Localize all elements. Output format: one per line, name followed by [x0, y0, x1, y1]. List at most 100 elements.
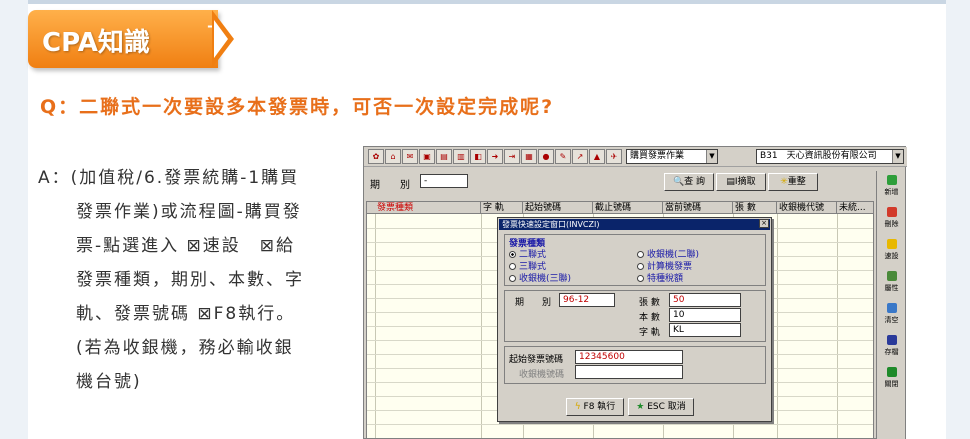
execute-button[interactable]: ϟ F8 執行	[566, 398, 624, 416]
register-number-label: 收銀機號碼	[519, 370, 565, 380]
sheets-label: 張 數	[639, 298, 660, 308]
toolbar-icon[interactable]: ▲	[589, 149, 605, 164]
track-value: KL	[673, 325, 684, 335]
toolbar: ✿ ⌂ ✉ ▣ ▤ ▥ ◧ ➜ ⇥ ▦ ● ✎ ↗ ▲ ✈ 購買發票作業 ▼ B…	[364, 147, 907, 167]
grid-header-cell[interactable]: 當前號碼	[663, 202, 733, 214]
grid-header-cell[interactable]: 起始號碼	[523, 202, 593, 214]
dialog-period-value: 96-12	[563, 295, 590, 305]
query-button[interactable]: 🔍查 詢	[664, 173, 714, 191]
period-group: 期 別 96-12 張 數 50 本 數 10 字 軌 KL	[504, 290, 766, 342]
radio-icon	[637, 251, 644, 258]
grid-header-cell[interactable]: 發票種類	[375, 202, 481, 214]
delete-icon	[886, 207, 897, 217]
toolbar-icon[interactable]: ▦	[521, 149, 537, 164]
toolbar-icon[interactable]: ✎	[555, 149, 571, 164]
reset-button-label: 重整	[787, 177, 806, 187]
radio-icon	[509, 275, 516, 282]
toolbar-icon[interactable]: ▥	[453, 149, 469, 164]
grid-header-cell[interactable]: 未統...	[837, 202, 873, 214]
dialog-period-label: 期 別	[515, 298, 552, 308]
add-button-label: 新增	[884, 188, 899, 196]
company-select[interactable]: B31 天心資訊股份有限公司 ▼	[756, 149, 904, 164]
properties-button-label: 屬性	[884, 284, 899, 292]
save-button-label: 存檔	[884, 348, 899, 356]
toolbar-icon[interactable]: ▤	[436, 149, 452, 164]
radio-icon	[637, 263, 644, 270]
toolbar-icon[interactable]: ↗	[572, 149, 588, 164]
add-icon	[886, 175, 897, 185]
query-icon: 🔍	[672, 177, 685, 187]
track-input[interactable]: KL	[669, 323, 741, 337]
grid-header-cell[interactable]: 截止號碼	[593, 202, 663, 214]
toolbar-icon[interactable]: ✿	[368, 149, 384, 164]
period-input[interactable]: -	[420, 174, 468, 188]
chevron-inner-icon	[214, 20, 228, 58]
module-select[interactable]: 購買發票作業 ▼	[626, 149, 718, 164]
chevron-down-icon: ▼	[706, 150, 717, 163]
close-button[interactable]: 關閉	[879, 365, 904, 395]
radio-option[interactable]: 收銀機(三聯)	[509, 271, 571, 284]
sheets-value: 50	[673, 295, 685, 305]
filter-row: 期 別 - 🔍查 詢 ▤I摘取 ✳重整	[364, 168, 874, 200]
toolbar-icon[interactable]: ●	[538, 149, 554, 164]
toolbar-icon[interactable]: ⌂	[385, 149, 401, 164]
toolbar-icon[interactable]: ▣	[419, 149, 435, 164]
start-number-group: 起始發票號碼 12345600 收銀機號碼	[504, 346, 766, 384]
grid-header-cell[interactable]: 字 軌	[481, 202, 523, 214]
dialog-period-input[interactable]: 96-12	[559, 293, 615, 307]
grid-line	[367, 424, 873, 425]
answer-text: A：(加值稅/6.發票統購-1購買 發票作業)或流程圖-購買發 票-點選進入 ⊠…	[38, 161, 348, 399]
toolbar-icon[interactable]: ✉	[402, 149, 418, 164]
delete-button[interactable]: 刪除	[879, 205, 904, 235]
quick-set-button[interactable]: 速設	[879, 237, 904, 267]
grid-header-cell[interactable]: 收銀機代號	[777, 202, 837, 214]
register-number-input[interactable]	[575, 365, 683, 379]
radio-icon	[637, 275, 644, 282]
sheets-input[interactable]: 50	[669, 293, 741, 307]
cancel-button-label: ESC 取消	[647, 402, 686, 412]
delete-button-label: 刪除	[884, 220, 899, 228]
period-label: 期 別	[370, 180, 410, 191]
query-button-label: 查 詢	[684, 177, 706, 187]
clear-button[interactable]: 清空	[879, 301, 904, 331]
cpa-badge: CPA知識 +	[28, 10, 221, 68]
reset-button[interactable]: ✳重整	[768, 173, 818, 191]
toolbar-icon[interactable]: ◧	[470, 149, 486, 164]
dialog-title: 發票快速設定窗口(INVCZI)	[499, 219, 770, 230]
badge-label: CPA知識	[42, 28, 150, 58]
answer-line: 發票種類，期別、本數、字	[76, 270, 304, 290]
action-sidebar: 新增 刪除 速設 屬性 清空 存檔 關閉	[876, 171, 905, 439]
close-button-label: 關閉	[884, 380, 899, 388]
start-number-input[interactable]: 12345600	[575, 350, 683, 364]
save-button[interactable]: 存檔	[879, 333, 904, 363]
extract-button-label: I摘取	[734, 177, 756, 187]
radio-option[interactable]: 特種稅額	[637, 271, 683, 284]
answer-line: (若為收銀機，務必輸收銀	[76, 338, 294, 358]
add-button[interactable]: 新增	[879, 173, 904, 203]
radio-selected-icon	[509, 251, 516, 258]
answer-line: 發票作業)或流程圖-購買發	[76, 202, 302, 222]
cancel-button[interactable]: ★ ESC 取消	[628, 398, 694, 416]
chevron-down-icon: ▼	[892, 150, 903, 163]
books-input[interactable]: 10	[669, 308, 741, 322]
toolbar-icon[interactable]: ✈	[606, 149, 622, 164]
properties-icon	[886, 271, 897, 281]
execute-button-label: F8 執行	[583, 402, 616, 412]
app-window-screenshot: ✿ ⌂ ✉ ▣ ▤ ▥ ◧ ➜ ⇥ ▦ ● ✎ ↗ ▲ ✈ 購買發票作業 ▼ B…	[363, 146, 907, 439]
toolbar-icon[interactable]: ⇥	[504, 149, 520, 164]
quick-set-button-label: 速設	[884, 252, 899, 260]
exit-icon	[886, 367, 897, 377]
close-icon[interactable]: ×	[759, 219, 769, 228]
save-icon	[886, 335, 897, 345]
start-number-value: 12345600	[579, 352, 625, 362]
track-label: 字 軌	[639, 328, 660, 338]
properties-button[interactable]: 屬性	[879, 269, 904, 299]
grid-header-cell[interactable]: 張 數	[733, 202, 777, 214]
period-input-value: -	[424, 176, 428, 186]
toolbar-icon[interactable]: ➜	[487, 149, 503, 164]
radio-label: 收銀機(三聯)	[519, 274, 572, 284]
extract-button[interactable]: ▤I摘取	[716, 173, 766, 191]
books-value: 10	[673, 310, 685, 320]
sparkle-icon: ✳	[780, 177, 788, 187]
answer-line: 軌、發票號碼 ⊠F8執行。	[76, 304, 296, 324]
